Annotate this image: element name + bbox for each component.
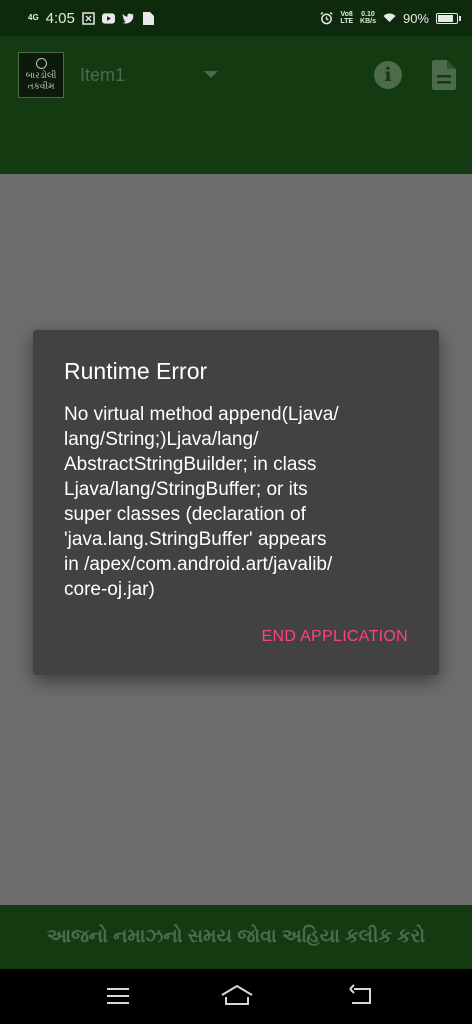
battery-icon: [436, 12, 461, 24]
logo-line1: બારડોલી: [25, 70, 57, 80]
end-application-button[interactable]: END APPLICATION: [262, 628, 408, 646]
home-icon: [221, 984, 253, 1005]
banner-text: આજનો નમાઝનો સમય જોવા અહિયા કલીક કરો: [46, 926, 426, 947]
dropdown-arrow-icon: [204, 71, 218, 78]
namaz-time-banner[interactable]: આજનો નમાઝનો સમય જોવા અહિયા કલીક કરો: [0, 905, 472, 969]
runtime-error-dialog: Runtime Error No virtual method append(L…: [33, 330, 439, 675]
system-nav-bar: [0, 969, 472, 1024]
recents-button[interactable]: [104, 983, 134, 1009]
alarm-icon: [320, 11, 333, 25]
wifi-icon: [383, 12, 396, 25]
document-icon: [432, 60, 456, 90]
app-toolbar: બારડોલી તકવીમ Item1 i: [0, 36, 472, 174]
file-notification-icon: [142, 11, 155, 25]
dialog-title: Runtime Error: [64, 358, 208, 384]
network-speed: 0.10 KB/s: [360, 11, 376, 25]
spinner-value: Item1: [80, 64, 126, 85]
twitter-icon: [121, 12, 135, 25]
back-button[interactable]: [346, 983, 376, 1009]
document-button[interactable]: [432, 60, 456, 90]
youtube-icon: [101, 12, 115, 25]
home-button[interactable]: [220, 983, 254, 1009]
battery-percent: 90%: [402, 10, 429, 26]
network-type: 4G: [28, 13, 39, 22]
clock-icon: [35, 58, 47, 69]
info-button[interactable]: i: [374, 61, 402, 89]
info-icon: i: [384, 64, 392, 86]
logo-line2: તકવીમ: [27, 81, 55, 91]
back-icon: [349, 984, 371, 1004]
app-logo: બારડોલી તકવીમ: [18, 52, 64, 98]
volte-indicator: Vo8 LTE: [340, 11, 354, 25]
dialog-message: No virtual method append(Ljava/ lang/Str…: [64, 404, 339, 600]
status-time: 4:05: [45, 9, 75, 27]
notification-app-icon: [82, 11, 95, 25]
menu-icon: [107, 988, 129, 1004]
item-spinner[interactable]: Item1: [80, 64, 230, 86]
status-bar: 4G 4:05 Vo8 LTE 0.10 KB/s 90%: [0, 0, 472, 36]
